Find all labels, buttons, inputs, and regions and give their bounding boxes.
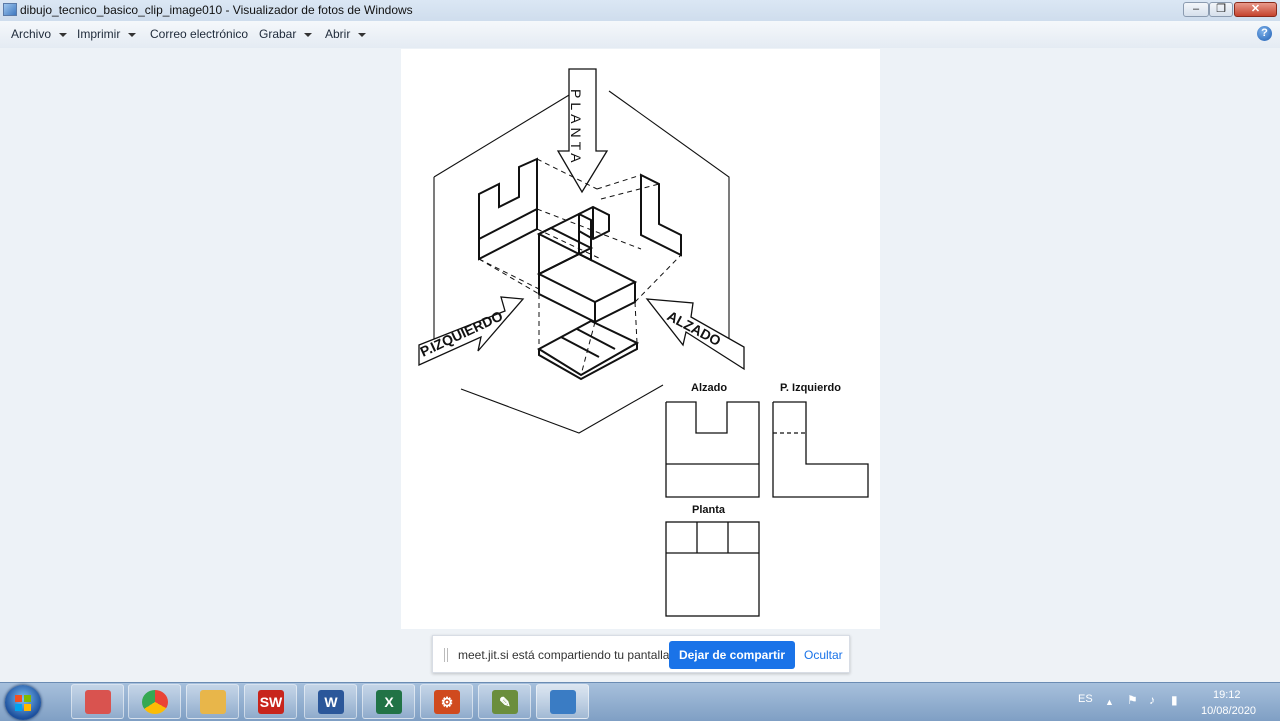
taskbar-explorer[interactable] bbox=[186, 684, 239, 719]
language-indicator[interactable]: ES bbox=[1078, 693, 1093, 705]
gear-icon: ⚙ bbox=[434, 690, 460, 714]
help-icon[interactable]: ? bbox=[1257, 26, 1272, 41]
alzado-view-label: Alzado bbox=[691, 382, 727, 394]
clock-time[interactable]: 19:12 bbox=[1213, 689, 1241, 701]
menu-correo[interactable]: Correo electrónico bbox=[150, 27, 248, 41]
chrome-icon bbox=[142, 690, 168, 714]
menu-label: Archivo bbox=[11, 27, 52, 41]
windows-logo-icon bbox=[24, 704, 31, 711]
word-icon: W bbox=[318, 690, 344, 714]
hide-link[interactable]: Ocultar bbox=[804, 648, 843, 662]
show-hidden-icons-icon[interactable]: ▲ bbox=[1105, 697, 1114, 707]
drag-handle-icon[interactable] bbox=[444, 648, 448, 662]
network-icon[interactable]: ▮ bbox=[1171, 694, 1183, 706]
clock-date[interactable]: 10/08/2020 bbox=[1201, 705, 1256, 717]
windows-logo-icon bbox=[24, 695, 31, 702]
izquierdo-view-label: P. Izquierdo bbox=[780, 382, 841, 394]
chevron-down-icon bbox=[304, 32, 313, 37]
taskbar-excel[interactable]: X bbox=[362, 684, 415, 719]
minimize-button[interactable]: ‒ bbox=[1183, 2, 1209, 17]
menu-label: Abrir bbox=[325, 27, 351, 41]
solidworks-icon: SW bbox=[258, 690, 284, 714]
menu-label: Grabar bbox=[259, 27, 297, 41]
taskbar-paint[interactable] bbox=[71, 684, 124, 719]
paint-icon bbox=[85, 690, 111, 714]
chevron-down-icon bbox=[358, 32, 367, 37]
taskbar-photo-viewer[interactable] bbox=[536, 684, 589, 719]
maximize-button[interactable]: ❐ bbox=[1209, 2, 1233, 17]
volume-icon[interactable]: ♪ bbox=[1149, 694, 1161, 706]
chevron-down-icon bbox=[59, 32, 68, 37]
chevron-down-icon bbox=[128, 32, 137, 37]
start-button[interactable] bbox=[5, 685, 41, 720]
menu-imprimir[interactable]: Imprimir bbox=[77, 27, 137, 41]
title-bar: dibujo_tecnico_basico_clip_image010 - Vi… bbox=[0, 0, 1280, 21]
windows-logo-icon bbox=[15, 695, 22, 702]
menu-label: Imprimir bbox=[77, 27, 121, 41]
screen-share-notification: meet.jit.si está compartiendo tu pantall… bbox=[432, 635, 850, 673]
minimize-icon: ‒ bbox=[1192, 3, 1200, 15]
displayed-image: PLANTA P.IZQUIERDO ALZADO Alzado P. Izqu… bbox=[401, 49, 880, 629]
share-message: meet.jit.si está compartiendo tu pantall… bbox=[458, 648, 673, 662]
menu-grabar[interactable]: Grabar bbox=[259, 27, 313, 41]
pen-icon: ✎ bbox=[492, 690, 518, 714]
action-center-flag-icon[interactable]: ⚑ bbox=[1127, 694, 1139, 706]
photo-viewer-icon bbox=[550, 690, 576, 714]
close-button[interactable]: ✕ bbox=[1234, 2, 1277, 17]
menu-label: Correo electrónico bbox=[150, 27, 249, 41]
taskbar-pen[interactable]: ✎ bbox=[478, 684, 531, 719]
maximize-icon: ❐ bbox=[1216, 3, 1226, 15]
technical-drawing: PLANTA P.IZQUIERDO ALZADO Alzado P. Izqu… bbox=[418, 68, 869, 617]
taskbar-word[interactable]: W bbox=[304, 684, 357, 719]
close-icon: ✕ bbox=[1250, 3, 1261, 15]
menu-bar: Archivo Imprimir Correo electrónico Grab… bbox=[0, 21, 1280, 49]
windows-logo-icon bbox=[15, 704, 22, 711]
menu-archivo[interactable]: Archivo bbox=[11, 27, 68, 41]
window-title: dibujo_tecnico_basico_clip_image010 - Vi… bbox=[20, 3, 413, 17]
stop-sharing-button[interactable]: Dejar de compartir bbox=[669, 641, 795, 669]
taskbar-chrome[interactable] bbox=[128, 684, 181, 719]
folder-icon bbox=[200, 690, 226, 714]
menu-abrir[interactable]: Abrir bbox=[325, 27, 367, 41]
photo-viewer-app-icon bbox=[3, 3, 17, 16]
planta-view-label: Planta bbox=[692, 504, 726, 516]
taskbar-settings[interactable]: ⚙ bbox=[420, 684, 473, 719]
excel-icon: X bbox=[376, 690, 402, 714]
planta-arrow-label: PLANTA bbox=[568, 89, 584, 166]
taskbar-solidworks[interactable]: SW bbox=[244, 684, 297, 719]
